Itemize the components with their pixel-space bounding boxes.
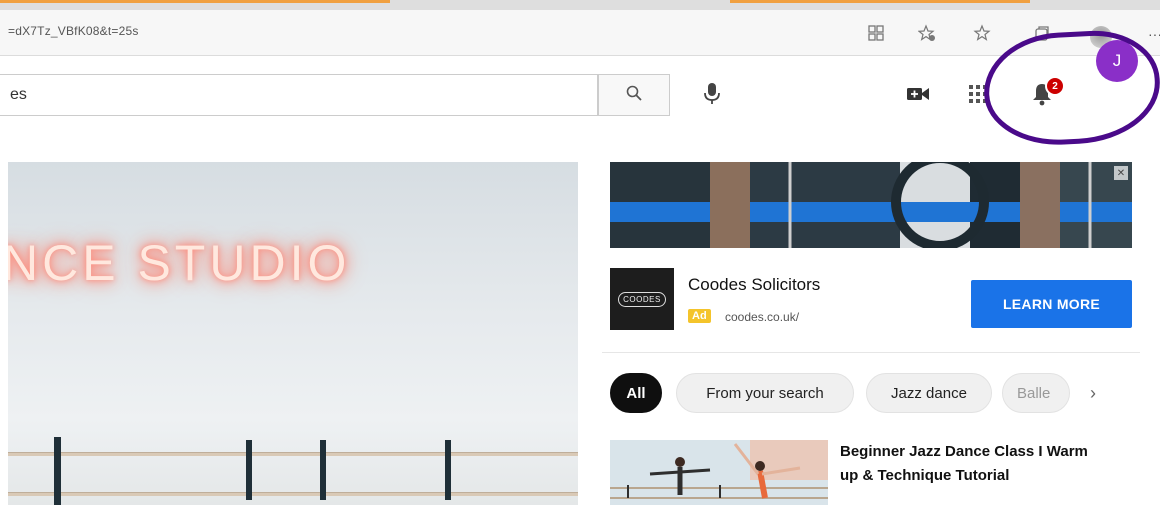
favorites-icon[interactable] [970, 21, 994, 45]
recommended-video-title[interactable]: Beginner Jazz Dance Class I Warm up & Te… [840, 440, 1110, 488]
learn-more-button[interactable]: LEARN MORE [971, 280, 1132, 328]
search-button[interactable] [598, 74, 670, 116]
collections-icon[interactable] [1030, 21, 1054, 45]
advertiser-logo-text: COODES [618, 291, 666, 307]
screenshot-root: =dX7Tz_VBfK08&t=25s ··· es [0, 0, 1160, 505]
favorite-add-icon[interactable] [915, 21, 939, 45]
ad-banner-image[interactable] [610, 162, 1132, 248]
voice-search-button[interactable] [694, 78, 730, 114]
create-video-icon [906, 85, 930, 108]
ad-badge: Ad [688, 309, 711, 323]
barre-bracket [320, 440, 326, 500]
divider [602, 352, 1140, 353]
apps-grid-icon [968, 84, 988, 109]
close-icon[interactable]: ✕ [1114, 166, 1128, 180]
tab-accent [730, 0, 1030, 3]
mic-icon [702, 82, 722, 111]
chip-all[interactable]: All [610, 373, 662, 413]
ad-title[interactable]: Coodes Solicitors [688, 275, 820, 295]
browser-tab-strip [0, 0, 1160, 10]
ballet-barre [8, 492, 578, 496]
more-icon[interactable]: ··· [1148, 26, 1160, 42]
create-video-button[interactable] [902, 80, 934, 112]
url-text[interactable]: =dX7Tz_VBfK08&t=25s [8, 24, 139, 38]
neon-sign-text: NCE STUDIO [8, 235, 351, 291]
barre-bracket [246, 440, 252, 500]
avatar[interactable]: J [1096, 40, 1138, 82]
search-input[interactable]: es [0, 74, 598, 116]
search-input-value: es [10, 86, 27, 103]
search-icon [625, 84, 643, 107]
ad-domain: coodes.co.uk/ [725, 310, 800, 324]
ballet-barre [8, 452, 578, 456]
video-player[interactable]: NCE STUDIO [8, 162, 578, 505]
barre-bracket [54, 437, 61, 505]
chevron-right-icon[interactable]: › [1090, 383, 1096, 404]
chip-jazz-dance[interactable]: Jazz dance [866, 373, 992, 413]
advertiser-logo[interactable]: COODES [610, 268, 674, 330]
browser-address-bar: =dX7Tz_VBfK08&t=25s ··· [0, 10, 1160, 56]
tab-accent [0, 0, 390, 3]
apps-button[interactable] [962, 80, 994, 112]
chip-ballet[interactable]: Balle [1002, 373, 1070, 413]
barre-bracket [445, 440, 451, 500]
chip-from-your-search[interactable]: From your search [676, 373, 854, 413]
grid-icon[interactable] [864, 21, 888, 45]
notification-count-badge: 2 [1045, 76, 1065, 96]
youtube-header: es 2 [0, 56, 1160, 136]
video-thumbnail[interactable] [610, 440, 828, 505]
